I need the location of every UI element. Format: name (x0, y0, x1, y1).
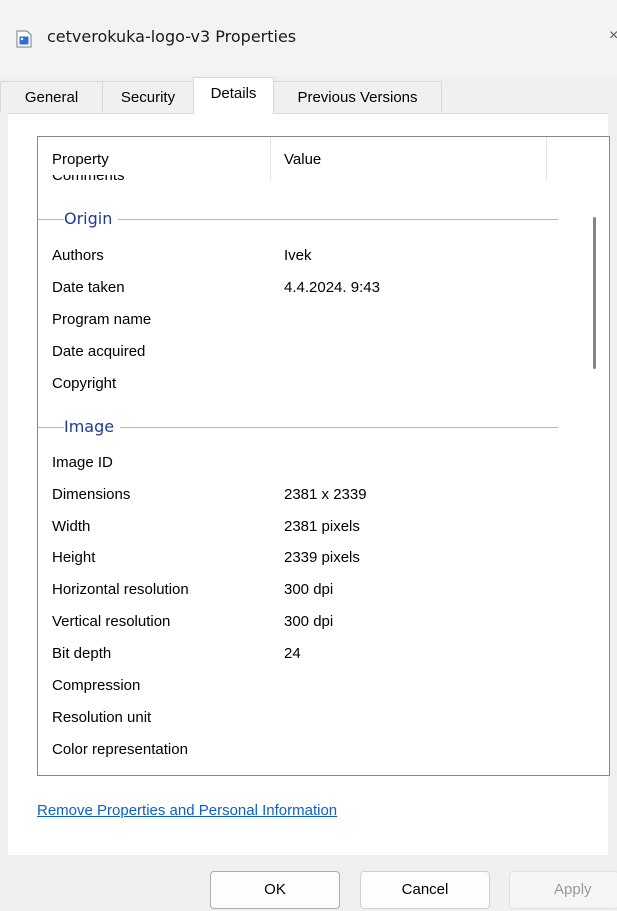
group-label: Image (64, 417, 121, 436)
list-item[interactable]: Copyright (38, 369, 583, 400)
property-name: Copyright (52, 375, 117, 392)
list-item[interactable]: Color representation (38, 735, 583, 766)
ok-button[interactable]: OK (210, 871, 340, 909)
property-name: Authors (52, 247, 104, 264)
group-header-origin: Origin (38, 209, 558, 231)
property-value: 300 dpi (284, 581, 334, 598)
tab-details[interactable]: Details (193, 77, 274, 114)
list-item[interactable]: Height 2339 pixels (38, 543, 583, 574)
remove-properties-link[interactable]: Remove Properties and Personal Informati… (37, 802, 337, 819)
property-value: 2381 pixels (284, 518, 360, 535)
property-name: Comments (52, 175, 125, 184)
vertical-scrollbar[interactable] (593, 217, 596, 369)
window-title: cetverokuka-logo-v3 Properties (47, 27, 297, 46)
property-name: Program name (52, 311, 152, 328)
list-item[interactable]: Date acquired (38, 337, 583, 368)
property-name: Width (52, 518, 91, 535)
column-header-value[interactable]: Value (284, 151, 321, 168)
property-value: 24 (284, 645, 301, 662)
close-icon[interactable]: × (609, 27, 617, 45)
list-item[interactable]: Image ID (38, 448, 583, 479)
tab-previous-versions[interactable]: Previous Versions (273, 81, 442, 112)
image-file-icon (16, 30, 32, 48)
property-name: Bit depth (52, 645, 112, 662)
list-item[interactable]: Horizontal resolution 300 dpi (38, 575, 583, 606)
list-item-partial: Comments (52, 175, 125, 189)
property-value: 2339 pixels (284, 549, 360, 566)
group-header-image: Image (38, 417, 558, 439)
column-divider[interactable] (546, 137, 547, 181)
group-label: Origin (64, 209, 119, 228)
list-item[interactable]: Compression (38, 671, 583, 702)
property-name: Horizontal resolution (52, 581, 189, 598)
list-item[interactable]: Dimensions 2381 x 2339 (38, 480, 583, 511)
property-name: Color representation (52, 741, 188, 758)
tab-general[interactable]: General (0, 81, 103, 112)
column-divider[interactable] (270, 137, 271, 181)
tab-strip: General Security Details Previous Versio… (0, 77, 617, 114)
details-list[interactable]: Property Value Comments Origin Authors I… (37, 136, 610, 776)
property-name: Dimensions (52, 486, 131, 503)
property-name: Date acquired (52, 343, 146, 360)
tab-security[interactable]: Security (102, 81, 194, 112)
property-name: Image ID (52, 454, 113, 471)
column-header-property[interactable]: Property (52, 151, 109, 168)
list-item[interactable]: Bit depth 24 (38, 639, 583, 670)
list-item[interactable]: Resolution unit (38, 703, 583, 734)
list-item[interactable]: Program name (38, 305, 583, 336)
property-value: Ivek (284, 247, 312, 264)
title-bar: cetverokuka-logo-v3 Properties × (0, 0, 617, 76)
property-name: Height (52, 549, 96, 566)
property-value: 300 dpi (284, 613, 334, 630)
property-name: Resolution unit (52, 709, 152, 726)
property-value: 4.4.2024. 9:43 (284, 279, 380, 296)
property-name: Date taken (52, 279, 125, 296)
property-value: 2381 x 2339 (284, 486, 367, 503)
list-item[interactable]: Authors Ivek (38, 241, 583, 272)
apply-button[interactable]: Apply (509, 871, 617, 909)
property-name: Compression (52, 677, 141, 694)
list-item[interactable]: Vertical resolution 300 dpi (38, 607, 583, 638)
list-item[interactable]: Date taken 4.4.2024. 9:43 (38, 273, 583, 304)
list-item[interactable]: Width 2381 pixels (38, 512, 583, 543)
cancel-button[interactable]: Cancel (360, 871, 490, 909)
property-name: Vertical resolution (52, 613, 171, 630)
